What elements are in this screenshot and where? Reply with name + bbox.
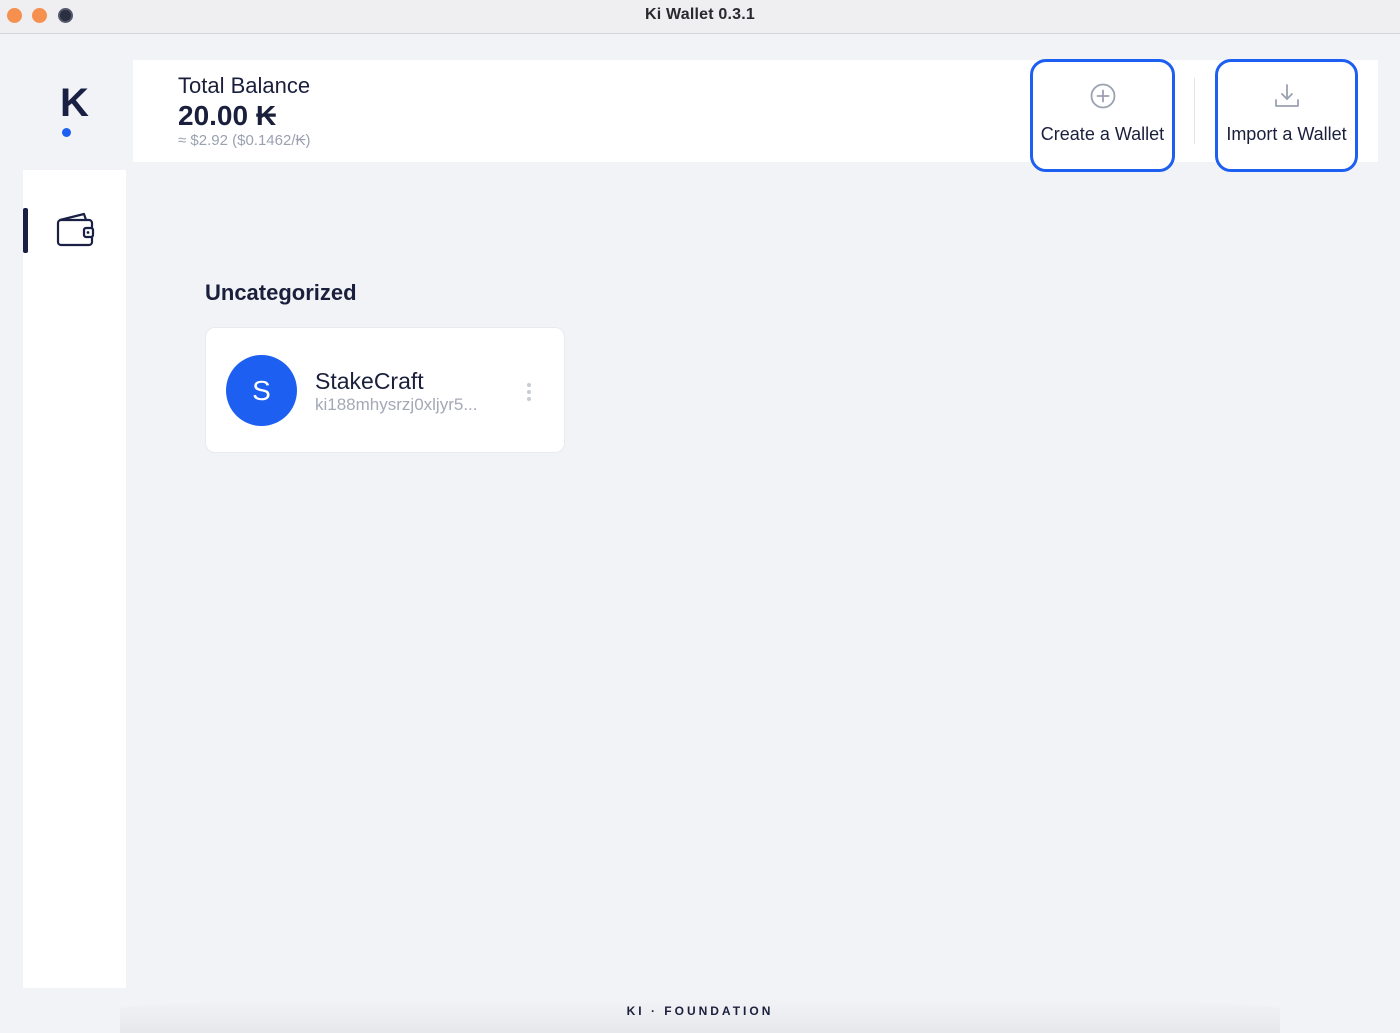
ki-logo: K [23,60,126,162]
window-titlebar: Ki Wallet 0.3.1 [0,0,1400,34]
total-balance-label: Total Balance [178,73,311,98]
section-title: Uncategorized [205,280,357,305]
logo-letter: K [60,81,89,125]
wallet-icon[interactable] [56,212,96,248]
import-wallet-label: Import a Wallet [1226,124,1347,144]
window-title: Ki Wallet 0.3.1 [645,6,755,23]
download-icon [1273,82,1301,110]
sidebar [23,170,126,988]
create-wallet-button[interactable]: Create a Wallet [1030,59,1175,172]
wallet-avatar: S [226,355,297,426]
wallet-address: ki188mhysrzj0xljyr5... [315,395,478,414]
create-wallet-label: Create a Wallet [1040,124,1165,144]
more-vertical-icon[interactable] [524,383,534,405]
balance-header: Total Balance 20.00 ₭ ≈ $2.92 ($0.1462/₭… [133,60,1378,162]
plus-circle-icon [1089,82,1117,110]
total-balance-fiat: ≈ $2.92 ($0.1462/₭) [178,132,311,149]
total-balance-amount: 20.00 ₭ [178,100,277,131]
logo-dot [62,128,71,137]
import-wallet-button[interactable]: Import a Wallet [1215,59,1358,172]
footer-brand: KI · FOUNDATION [626,1004,774,1018]
wallet-name: StakeCraft [315,368,424,394]
sidebar-active-indicator [23,208,28,253]
wallet-card[interactable]: S StakeCraft ki188mhysrzj0xljyr5... [205,327,565,453]
header-divider [1194,78,1195,144]
